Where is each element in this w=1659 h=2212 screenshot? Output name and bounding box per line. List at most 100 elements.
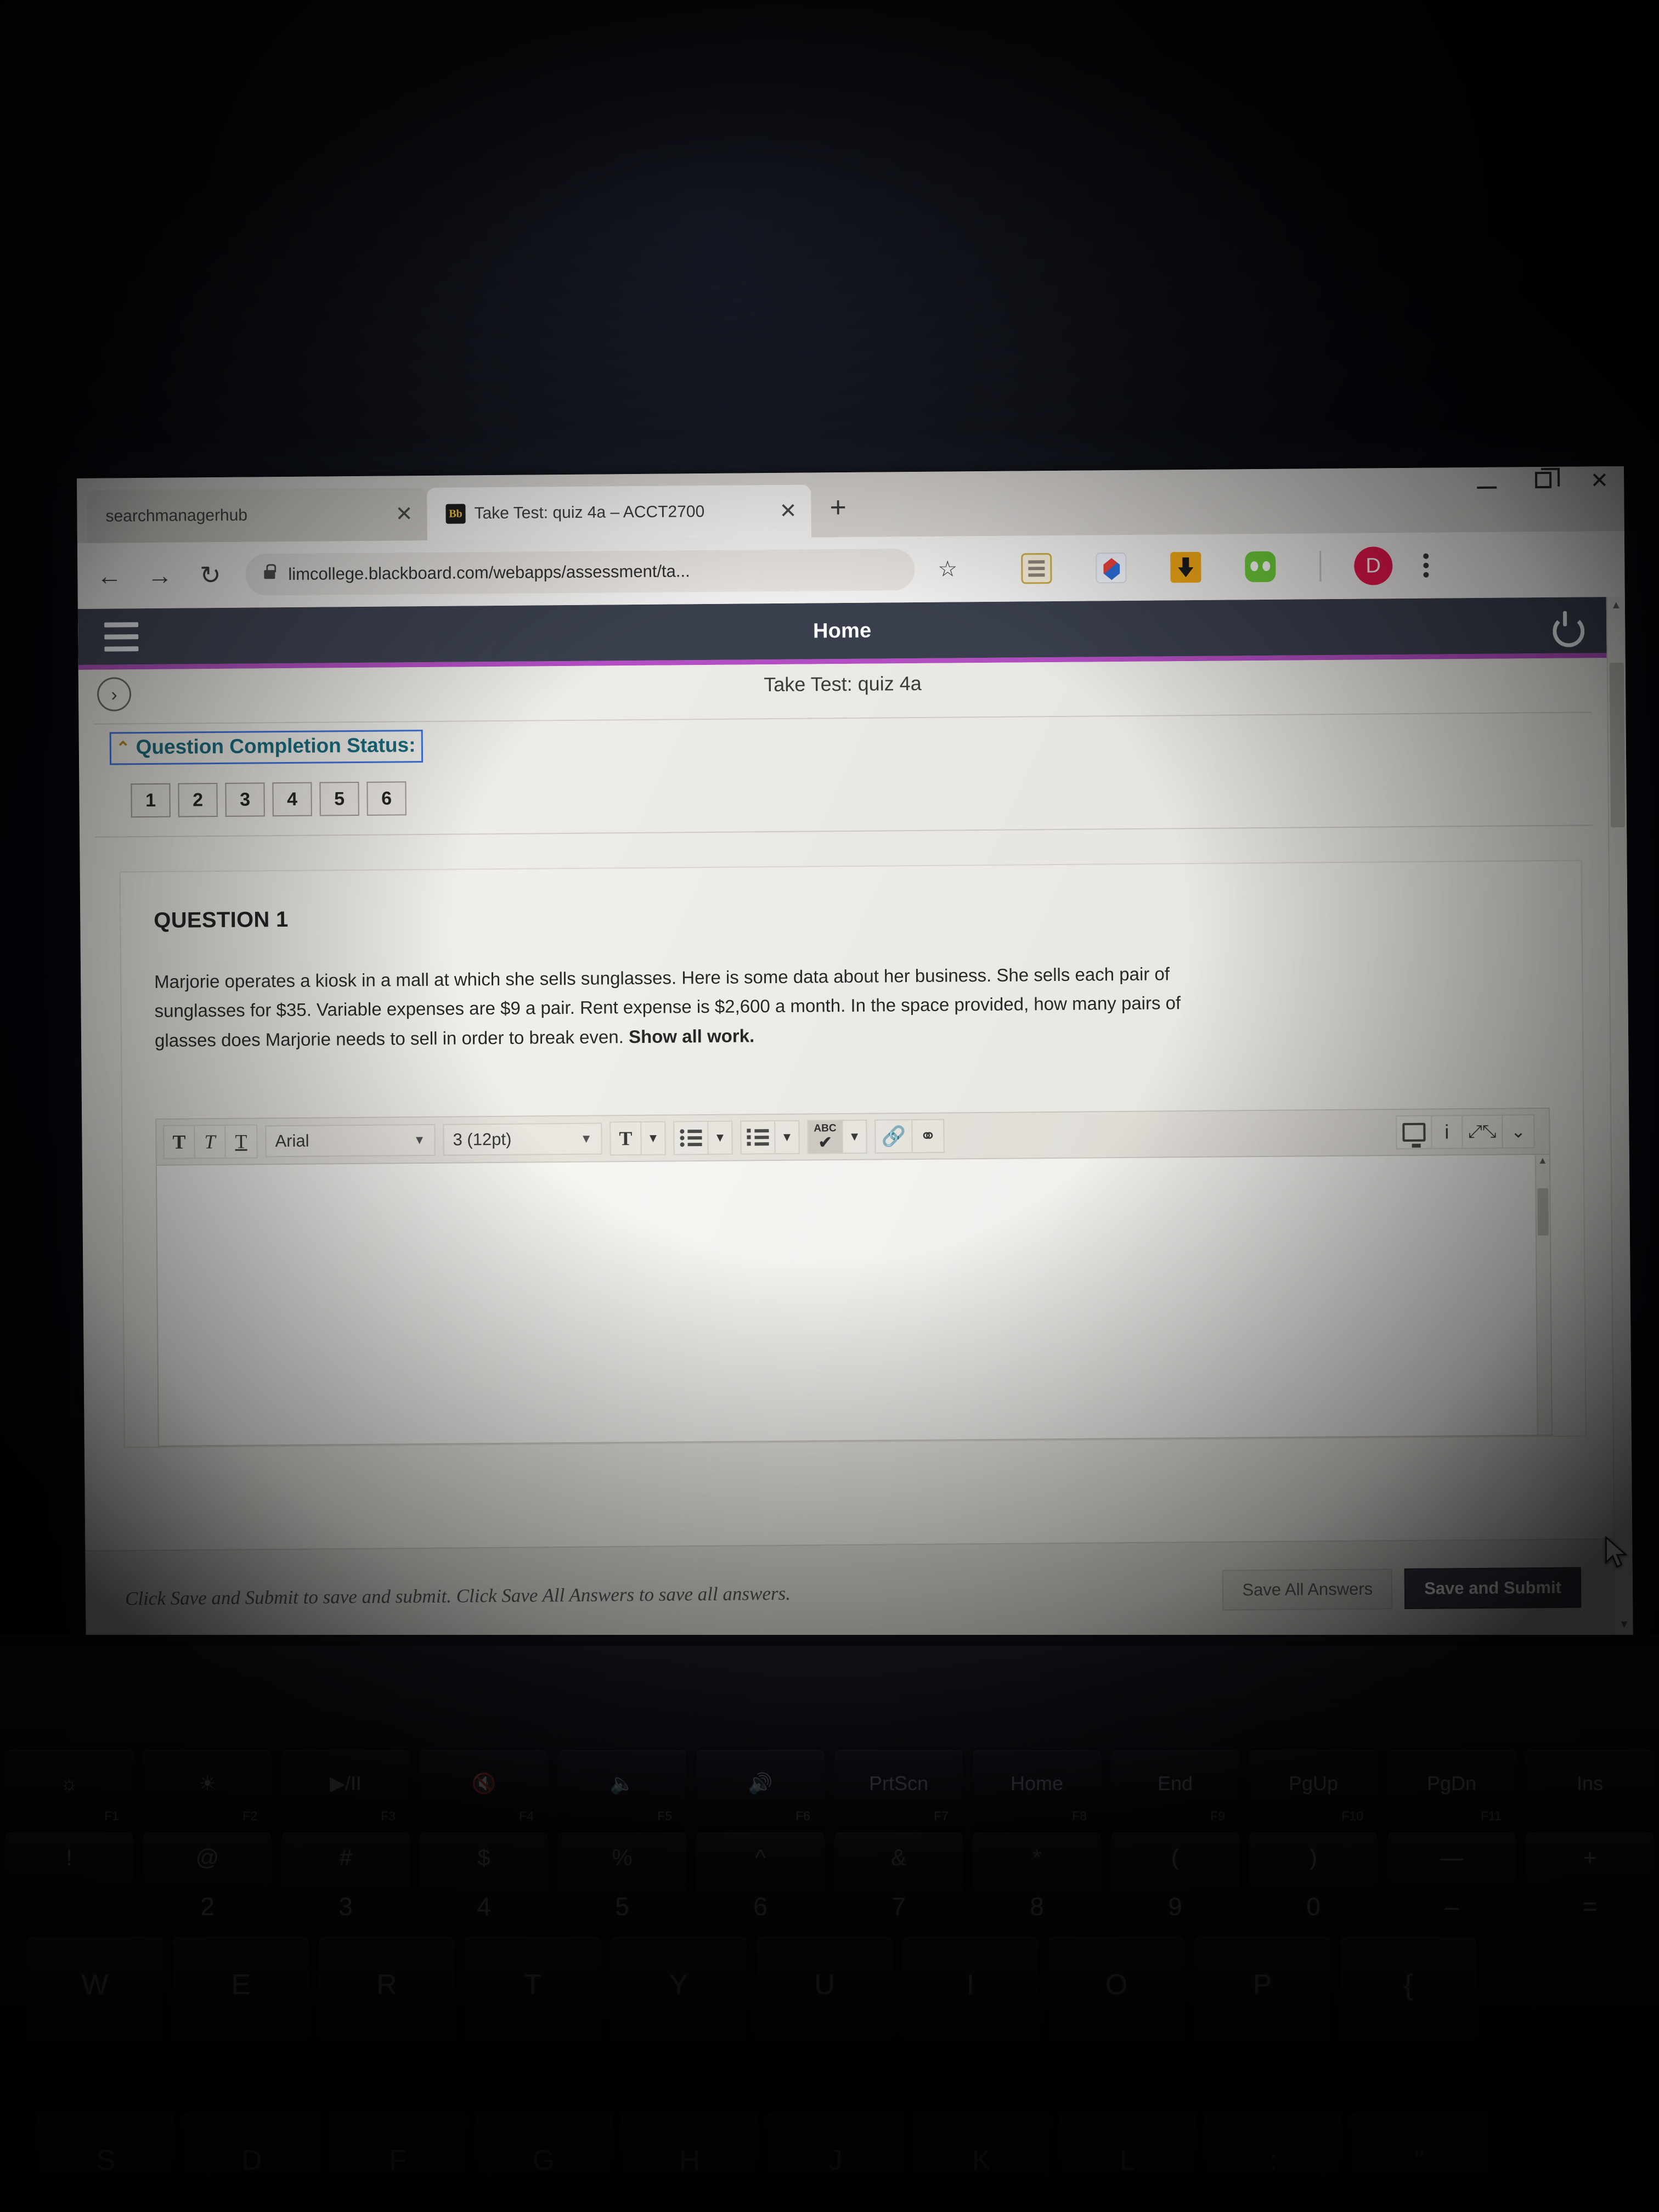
key-w[interactable]: W <box>27 1937 163 2041</box>
question-number-button[interactable]: 6 <box>366 781 407 816</box>
key-3[interactable]: #3 <box>281 1832 410 1931</box>
italic-button[interactable]: T <box>195 1126 226 1158</box>
question-number-button[interactable]: 5 <box>319 781 359 816</box>
key-pgdn[interactable]: PgDn F11 <box>1387 1750 1516 1832</box>
unlink-icon[interactable]: ⚭ <box>912 1120 943 1152</box>
key-f2[interactable]: ☀ F2 <box>143 1750 272 1832</box>
numbered-list-icon[interactable] <box>741 1121 776 1154</box>
key-f4[interactable]: 🔇 F4 <box>420 1750 548 1832</box>
forward-icon[interactable]: → <box>144 561 175 590</box>
bold-button[interactable]: T <box>164 1126 195 1159</box>
key-6[interactable]: ^ 6 <box>696 1832 825 1931</box>
key-s[interactable]: S <box>38 2112 174 2212</box>
save-and-submit-button[interactable]: Save and Submit <box>1404 1567 1582 1610</box>
download-extension-icon[interactable] <box>1170 551 1201 583</box>
font-size-select[interactable]: 3 (12pt) ▼ <box>443 1122 602 1156</box>
key-bracket-left[interactable]: { <box>1340 1937 1476 2041</box>
green-extension-icon[interactable] <box>1244 551 1276 583</box>
reload-icon[interactable]: ↻ <box>195 560 225 590</box>
key-0[interactable]: ) 0 <box>1249 1832 1378 1931</box>
key-2[interactable]: @2 <box>143 1832 272 1931</box>
key-k[interactable]: K <box>913 2112 1049 2212</box>
key-ins[interactable]: Ins <box>1526 1750 1654 1832</box>
minimize-icon[interactable] <box>1477 471 1497 493</box>
key-quote[interactable]: " <box>1351 2112 1487 2212</box>
browser-tab-inactive[interactable]: searchmanagerhub ✕ <box>87 487 427 543</box>
key-t[interactable]: T <box>465 1937 601 2041</box>
key-h[interactable]: H <box>622 2112 758 2212</box>
key-9[interactable]: (9 <box>1111 1832 1239 1931</box>
preview-monitor-icon[interactable] <box>1397 1116 1432 1149</box>
key-5[interactable]: % 5 <box>558 1832 686 1931</box>
key-y[interactable]: Y <box>611 1937 747 2041</box>
key-g[interactable]: G <box>476 2112 612 2212</box>
note-extension-icon[interactable] <box>1020 553 1052 584</box>
key-p[interactable]: P <box>1194 1937 1330 2041</box>
bookmark-star-icon[interactable]: ☆ <box>938 556 957 582</box>
save-all-answers-button[interactable]: Save All Answers <box>1222 1568 1393 1611</box>
power-icon[interactable] <box>1549 610 1580 640</box>
breadcrumb-expand-button[interactable]: › <box>97 677 132 712</box>
key-pgup[interactable]: PgUp F10 <box>1249 1750 1378 1832</box>
scrollbar-thumb[interactable] <box>1537 1188 1549 1236</box>
chevron-down-icon[interactable]: ▼ <box>843 1121 866 1153</box>
question-completion-status-link[interactable]: ⌃ Question Completion Status: <box>109 730 423 765</box>
spellcheck-icon[interactable]: ABC ✔ <box>808 1121 843 1153</box>
key-1[interactable]: ! <box>5 1832 133 1931</box>
key-end[interactable]: End F9 <box>1111 1750 1239 1832</box>
font-family-select[interactable]: Arial ▼ <box>265 1124 436 1158</box>
restore-icon[interactable] <box>1535 470 1552 492</box>
key-f3[interactable]: ▶/II F3 <box>281 1750 410 1832</box>
key-equals[interactable]: + = <box>1526 1832 1654 1931</box>
question-number-button[interactable]: 2 <box>178 783 218 817</box>
key-j[interactable]: J <box>768 2112 904 2212</box>
profile-avatar[interactable]: D <box>1353 546 1393 585</box>
key-minus[interactable]: — – <box>1387 1832 1516 1931</box>
chevron-down-icon[interactable]: ▼ <box>775 1121 798 1153</box>
key-e[interactable]: E <box>173 1937 309 2041</box>
collapse-toolbar-icon[interactable]: ⌄ <box>1503 1116 1533 1148</box>
chevron-down-icon[interactable]: ▼ <box>708 1122 731 1154</box>
scroll-down-icon[interactable]: ▼ <box>1618 1616 1630 1633</box>
close-icon[interactable]: ✕ <box>1590 469 1609 493</box>
key-home[interactable]: Home F8 <box>973 1750 1101 1832</box>
text-color-icon[interactable]: T <box>611 1122 642 1155</box>
close-icon[interactable]: ✕ <box>396 503 413 526</box>
close-icon[interactable]: ✕ <box>780 500 797 523</box>
key-l[interactable]: L <box>1059 2112 1195 2212</box>
key-7[interactable]: & 7 <box>834 1832 963 1931</box>
diamond-extension-icon[interactable] <box>1095 552 1127 584</box>
underline-button[interactable]: T <box>225 1126 256 1158</box>
key-4[interactable]: $4 <box>420 1832 548 1931</box>
link-icon[interactable]: 🔗 <box>876 1120 913 1153</box>
key-f5[interactable]: 🔈 F5 <box>558 1750 686 1832</box>
info-icon[interactable]: i <box>1432 1116 1463 1148</box>
key-d[interactable]: D <box>184 2112 320 2212</box>
key-f6[interactable]: 🔊 F6 <box>696 1750 825 1832</box>
key-prtscn[interactable]: PrtScn F7 <box>834 1750 963 1832</box>
question-number-button[interactable]: 4 <box>272 782 312 817</box>
key-8[interactable]: * 8 <box>973 1832 1101 1931</box>
chevron-down-icon[interactable]: ▼ <box>641 1122 664 1154</box>
scroll-up-icon[interactable]: ▲ <box>1536 1155 1549 1166</box>
kebab-menu-icon[interactable] <box>1423 550 1429 582</box>
key-i[interactable]: I <box>902 1937 1039 2041</box>
question-number-button[interactable]: 3 <box>225 782 265 817</box>
question-number-button[interactable]: 1 <box>131 783 171 818</box>
answer-textarea[interactable]: ▲ <box>156 1155 1551 1446</box>
key-semicolon[interactable]: : <box>1205 2112 1341 2212</box>
key-f1[interactable]: ☼ F1 <box>5 1750 133 1832</box>
bullet-list-icon[interactable] <box>674 1122 709 1154</box>
key-u[interactable]: U <box>757 1937 893 2041</box>
fullscreen-icon[interactable]: ⤢⤡ <box>1463 1115 1503 1148</box>
key-o[interactable]: O <box>1048 1937 1184 2041</box>
scroll-up-icon[interactable]: ▲ <box>1611 597 1622 613</box>
scrollbar-thumb[interactable] <box>1609 662 1626 828</box>
new-tab-button[interactable]: + <box>830 491 847 524</box>
browser-tab-active[interactable]: Bb Take Test: quiz 4a – ACCT2700 ✕ <box>427 484 811 540</box>
editor-scrollbar[interactable]: ▲ <box>1534 1155 1551 1435</box>
key-r[interactable]: R <box>319 1937 455 2041</box>
address-bar[interactable]: limcollege.blackboard.com/webapps/assess… <box>245 549 915 596</box>
key-f[interactable]: F <box>330 2112 466 2212</box>
back-icon[interactable]: ← <box>94 561 125 590</box>
